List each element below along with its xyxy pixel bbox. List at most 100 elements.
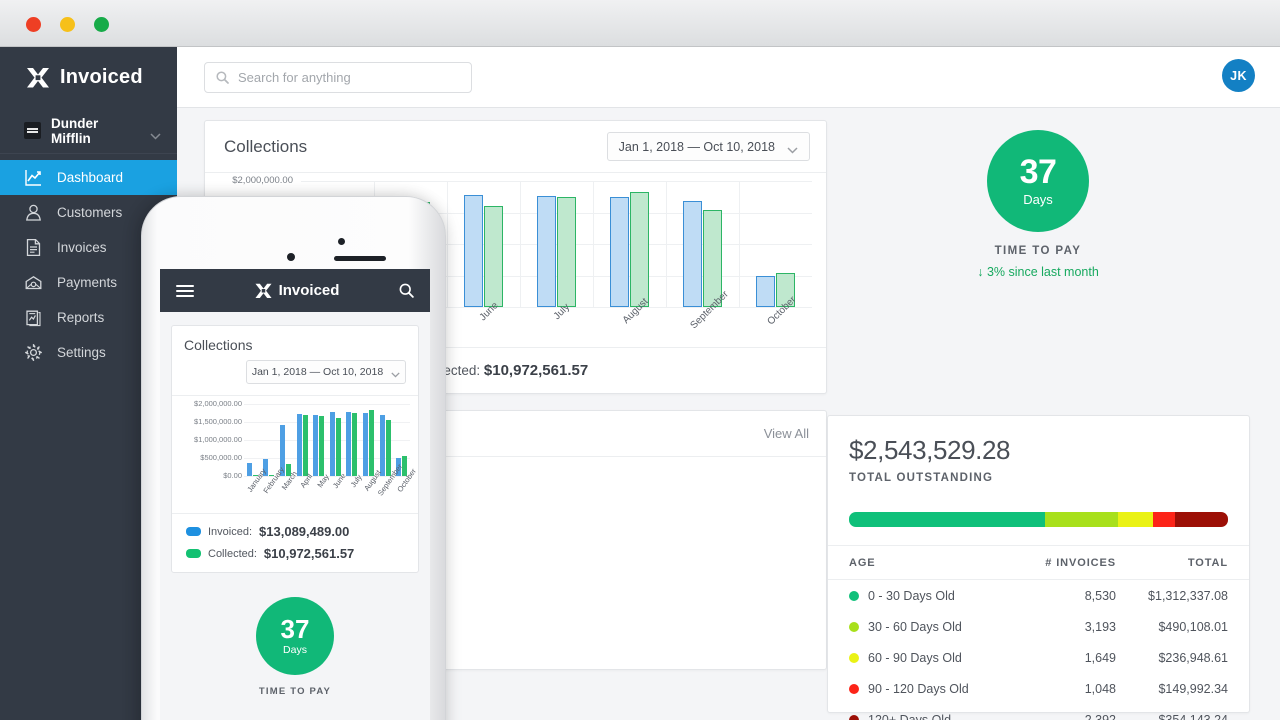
sidebar-item-label: Customers [57,205,123,220]
zoom-window-button[interactable] [94,17,109,32]
phone-chart-x-cell: July [344,473,363,514]
minimize-window-button[interactable] [60,17,75,32]
aging-total-cell: $1,312,337.08 [1148,588,1228,603]
chart-bar [756,276,775,307]
chart-line-icon [24,168,43,187]
phone-time-to-pay-label: TIME TO PAY [258,686,332,697]
chart-x-cell: July [520,302,593,348]
chart-bar-group [739,272,812,307]
avatar[interactable]: JK [1222,59,1255,92]
phone-chart-bar [329,411,335,476]
chart-bar [610,197,629,307]
phone-time-to-pay-value: 37 [280,614,310,644]
phone-chart-x-cell: June [327,472,348,514]
aging-bar-segment [1117,512,1153,527]
aging-age-label: 60 - 90 Days Old [868,650,962,665]
org-switcher[interactable]: Dunder Mifflin [0,108,177,154]
outstanding-subtitle: TOTAL OUTSTANDING [849,472,994,484]
search-input[interactable]: Search for anything [238,70,351,85]
collections-title: Collections [224,136,308,156]
phone-app-logo: Invoiced [194,282,399,300]
time-to-pay-label: TIME TO PAY [994,245,1082,257]
sidebar-item-label: Payments [57,275,118,290]
sidebar-item-label: Settings [57,345,106,360]
legend-value: $10,972,561.57 [263,546,355,561]
phone-date-range-selector[interactable]: Jan 1, 2018 — Oct 10, 2018 [246,360,406,384]
aging-age-label: 30 - 60 Days Old [868,619,962,634]
phone-chart-bar-group [344,412,361,476]
chart-bar [557,197,576,307]
status-dot-icon [849,652,859,663]
phone-collections-chart: $2,000,000.00 $1,500,000.00 $1,000,000.00 $… [172,395,418,513]
close-window-button[interactable] [26,17,41,32]
table-row[interactable]: 60 - 90 Days Old 1,649 $236,948.61 [828,642,1249,673]
app-logo[interactable]: Invoiced [0,47,177,108]
aging-age-cell: 120+ Days Old [849,713,1020,720]
aging-age-cell: 60 - 90 Days Old [849,651,1020,665]
aging-bar-segment [1044,512,1118,527]
phone-legend-row: Invoiced: $13,089,489.00 [186,524,406,539]
chart-bar [630,192,649,307]
aging-age-cell: 90 - 120 Days Old [849,682,1020,696]
phone-chart-bar [385,420,391,476]
chart-x-cell: October [739,294,812,348]
phone-mockup: Invoiced Collections Jan 1, 2018 — Oct 1… [141,196,446,720]
phone-chart-bar-group [327,411,344,476]
phone-time-to-pay-circle: 37 Days [256,597,334,675]
phone-chart-bar [302,415,308,476]
legend-label: Collected: [208,547,257,560]
phone-screen: Invoiced Collections Jan 1, 2018 — Oct 1… [160,269,430,720]
table-row[interactable]: 30 - 60 Days Old 3,193 $490,108.01 [828,611,1249,642]
user-icon [24,203,43,222]
down-arrow-icon: ↓ [977,265,984,279]
chart-y-tick: $2,000,000.00 [232,175,293,186]
table-row[interactable]: 0 - 30 Days Old 8,530 $1,312,337.08 [828,580,1249,611]
phone-camera-icon [338,238,345,245]
phone-legend-row: Collected: $10,972,561.57 [186,546,406,561]
table-row[interactable]: 90 - 120 Days Old 1,048 $149,992.34 [828,673,1249,704]
phone-collections-card: Collections Jan 1, 2018 — Oct 10, 2018 $… [171,325,419,573]
view-all-link[interactable]: View All [764,426,809,441]
chart-bar-group [520,195,593,307]
phone-chart-bar [319,416,325,476]
aging-total-cell: $149,992.34 [1158,681,1228,696]
aging-age-cell: 0 - 30 Days Old [849,589,1020,603]
chart-gridline-v [592,181,594,307]
hamburger-icon[interactable] [176,284,194,297]
aging-invoices-cell: 2,392 [1084,712,1116,720]
status-dot-icon [849,714,859,720]
phone-sensor-icon [287,253,295,261]
org-logo-icon [24,122,41,139]
outstanding-card: $2,543,529.28 TOTAL OUTSTANDING AGE # IN… [827,415,1250,720]
invoiced-logo-icon [254,282,273,300]
aging-age-label: 120+ Days Old [868,712,952,720]
phone-chart-x-cell: March [277,469,299,514]
outstanding-header: $2,543,529.28 TOTAL OUTSTANDING [828,416,1249,498]
status-dot-icon [849,590,859,601]
aging-age-cell: 30 - 60 Days Old [849,620,1020,634]
phone-chart-bar [352,413,358,476]
invoiced-logo-icon [25,66,51,90]
phone-chart-x-cell: February [261,465,286,514]
date-range-selector[interactable]: Jan 1, 2018 — Oct 10, 2018 [606,132,810,161]
window-titlebar [0,0,1280,47]
chevron-down-icon [150,127,161,140]
phone-chart-bar [313,415,319,476]
collections-header: Collections Jan 1, 2018 — Oct 10, 2018 [205,121,826,173]
search-icon[interactable] [399,283,414,298]
chart-x-cell: June [447,300,520,348]
aging-bar-segment [1152,512,1176,527]
phone-chart-y-tick: $1,000,000.00 [194,435,242,444]
legend-swatch-icon [186,527,201,536]
phone-date-range-value: Jan 1, 2018 — Oct 10, 2018 [251,366,384,378]
column-header-total: TOTAL [1187,556,1228,569]
sidebar-item-dashboard[interactable]: Dashboard [0,160,177,195]
phone-chart-bar [368,410,374,476]
phone-chart-x-cell: January [244,467,269,514]
phone-chart-legend: Invoiced: $13,089,489.00 Collected: $10,972… [172,513,418,572]
phone-collections-header: Collections Jan 1, 2018 — Oct 10, 2018 [172,326,418,395]
status-dot-icon [849,683,859,694]
search-field[interactable]: Search for anything [204,62,472,93]
phone-topbar: Invoiced [160,269,430,312]
table-row[interactable]: 120+ Days Old 2,392 $354,143.24 [828,704,1249,720]
